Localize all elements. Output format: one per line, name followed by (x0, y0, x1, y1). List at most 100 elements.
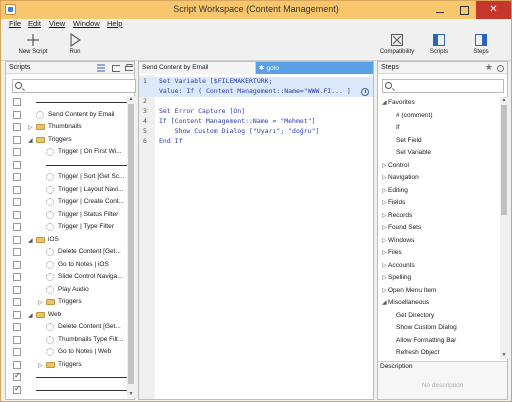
steps-search-input[interactable] (395, 81, 503, 91)
step-category[interactable]: ◢ Miscellaneous (378, 297, 500, 310)
code-line[interactable]: 5 Show Custom Dialog ["Uyarı"; "doğru"] (139, 127, 373, 137)
steps-scroll-thumb[interactable] (501, 105, 507, 215)
script-row[interactable]: Send Content by Email (6, 109, 126, 122)
include-checkbox[interactable] (13, 248, 21, 256)
script-row[interactable]: Trigger | Create Cont... (6, 196, 126, 209)
script-row[interactable]: Delete Content [Get... (6, 246, 126, 259)
edit-step-icon[interactable] (361, 88, 369, 96)
scripts-scrollbar[interactable]: ▲ ▼ (127, 96, 135, 398)
include-checkbox[interactable] (13, 273, 21, 281)
script-folder-row[interactable]: ◢ Triggers (6, 134, 126, 147)
maximize-button[interactable] (452, 1, 476, 19)
script-row[interactable]: Trigger | Sort [Get Sc... (6, 171, 126, 184)
script-folder-row[interactable]: ▷ Thumbnails (6, 121, 126, 134)
include-checkbox[interactable] (13, 310, 21, 319)
separator-row[interactable] (6, 159, 128, 172)
expand-triangle-icon[interactable]: ▷ (38, 299, 43, 306)
step-category[interactable]: ◢ Favorites (378, 97, 500, 110)
expand-triangle-icon[interactable]: ▷ (382, 212, 387, 219)
script-row[interactable]: Trigger | Layout Navi... (6, 184, 126, 197)
step-item[interactable]: Set Field (378, 135, 500, 148)
separator-row[interactable] (6, 96, 128, 109)
script-row[interactable]: Slide Control Naviga... (6, 271, 126, 284)
script-row[interactable]: Play Audio (6, 284, 126, 297)
step-item[interactable]: Set Variable (378, 147, 500, 160)
script-folder-row[interactable]: ▷ Triggers (6, 359, 126, 372)
scroll-up-arrow-icon[interactable]: ▲ (127, 96, 135, 103)
scripts-search-input[interactable] (25, 81, 133, 91)
include-checkbox[interactable] (13, 160, 21, 169)
include-checkbox[interactable] (13, 260, 21, 269)
script-row[interactable]: Thumbnails Type Filt... (6, 334, 126, 347)
expand-triangle-icon[interactable]: ▷ (382, 187, 387, 194)
include-checkbox[interactable] (13, 371, 21, 381)
step-item[interactable]: # (comment) (378, 110, 500, 123)
include-checkbox[interactable] (13, 335, 21, 344)
menu-view[interactable]: View (49, 19, 65, 28)
menu-help[interactable]: Help (107, 19, 122, 28)
run-button[interactable]: Run (65, 33, 85, 55)
include-checkbox[interactable] (13, 135, 21, 144)
expand-triangle-icon[interactable]: ▷ (382, 274, 387, 281)
expand-triangle-icon[interactable]: ▷ (382, 287, 387, 294)
collapse-triangle-icon[interactable]: ◢ (382, 299, 387, 306)
expand-triangle-icon[interactable]: ▷ (382, 162, 387, 169)
include-checkbox[interactable] (13, 123, 21, 131)
scroll-down-arrow-icon[interactable]: ▼ (500, 352, 508, 359)
expand-triangle-icon[interactable]: ▷ (382, 249, 387, 256)
code-line[interactable]: Value: If ( Content Management::Name="WW… (139, 87, 373, 97)
code-line[interactable]: 6 End If (139, 137, 373, 147)
script-folder-row[interactable]: ◢ Web (6, 309, 126, 322)
code-line[interactable]: 4 If [Content Management::Name = "Mehmet"… (139, 117, 373, 127)
menu-window[interactable]: Window (73, 19, 100, 28)
step-item[interactable]: Refresh Object (378, 347, 500, 360)
include-checkbox[interactable] (13, 110, 21, 119)
script-row[interactable]: Trigger | Status Filter (6, 209, 126, 222)
script-folder-row[interactable]: ▷ Triggers (6, 296, 126, 309)
compatibility-button[interactable]: Compatibility (378, 33, 416, 55)
step-item[interactable]: Allow Formatting Bar (378, 335, 500, 348)
step-category[interactable]: ▷ Accounts (378, 260, 500, 273)
include-checkbox[interactable] (13, 348, 21, 356)
tab-send-content-by-email[interactable]: Send Content by Email (139, 62, 256, 74)
include-checkbox[interactable] (13, 98, 21, 106)
expand-triangle-icon[interactable]: ▷ (382, 224, 387, 231)
close-button[interactable]: ✕ (476, 1, 511, 19)
include-checkbox[interactable] (13, 210, 21, 219)
collapse-triangle-icon[interactable]: ◢ (28, 137, 33, 144)
script-row[interactable]: Go to Notes | Web (6, 346, 126, 359)
steps-search-field[interactable] (382, 79, 504, 93)
include-checkbox[interactable] (13, 235, 21, 244)
step-category[interactable]: ▷ Records (378, 210, 500, 223)
script-row[interactable]: Trigger | On First Wi... (6, 146, 126, 159)
script-code-area[interactable]: 1 Set Variable [$FILEMAKERTURK; Value: If … (139, 75, 373, 399)
print-icon[interactable] (125, 64, 133, 72)
steps-scrollbar[interactable]: ▲ ▼ (500, 97, 508, 359)
include-checkbox[interactable] (13, 384, 21, 394)
include-checkbox[interactable] (13, 198, 21, 206)
scroll-up-arrow-icon[interactable]: ▲ (500, 97, 508, 104)
minimize-button[interactable] (428, 1, 452, 19)
script-row[interactable]: Go to Notes | iOS (6, 259, 126, 272)
tab-goto[interactable]: ✱ goto (256, 62, 373, 74)
new-script-button[interactable]: New Script (17, 33, 49, 55)
include-checkbox[interactable] (13, 298, 21, 306)
code-line[interactable]: 2 (139, 97, 373, 107)
expand-triangle-icon[interactable]: ▷ (382, 199, 387, 206)
expand-triangle-icon[interactable]: ▷ (382, 174, 387, 181)
step-item[interactable]: Show Custom Dialog (378, 322, 500, 335)
expand-triangle-icon[interactable]: ▷ (28, 124, 33, 131)
expand-triangle-icon[interactable]: ▷ (382, 262, 387, 269)
step-category[interactable]: ▷ Windows (378, 235, 500, 248)
separator-row[interactable] (6, 371, 128, 384)
include-checkbox[interactable] (13, 173, 21, 181)
script-row[interactable]: Trigger | Type Filter (6, 221, 126, 234)
scripts-scroll-thumb[interactable] (128, 104, 134, 384)
include-checkbox[interactable] (13, 360, 21, 369)
separator-row[interactable] (6, 384, 128, 397)
include-checkbox[interactable] (13, 323, 21, 331)
menu-file[interactable]: File (9, 19, 21, 28)
include-checkbox[interactable] (13, 285, 21, 294)
step-category[interactable]: ▷ Control (378, 160, 500, 173)
include-checkbox[interactable] (13, 185, 21, 194)
